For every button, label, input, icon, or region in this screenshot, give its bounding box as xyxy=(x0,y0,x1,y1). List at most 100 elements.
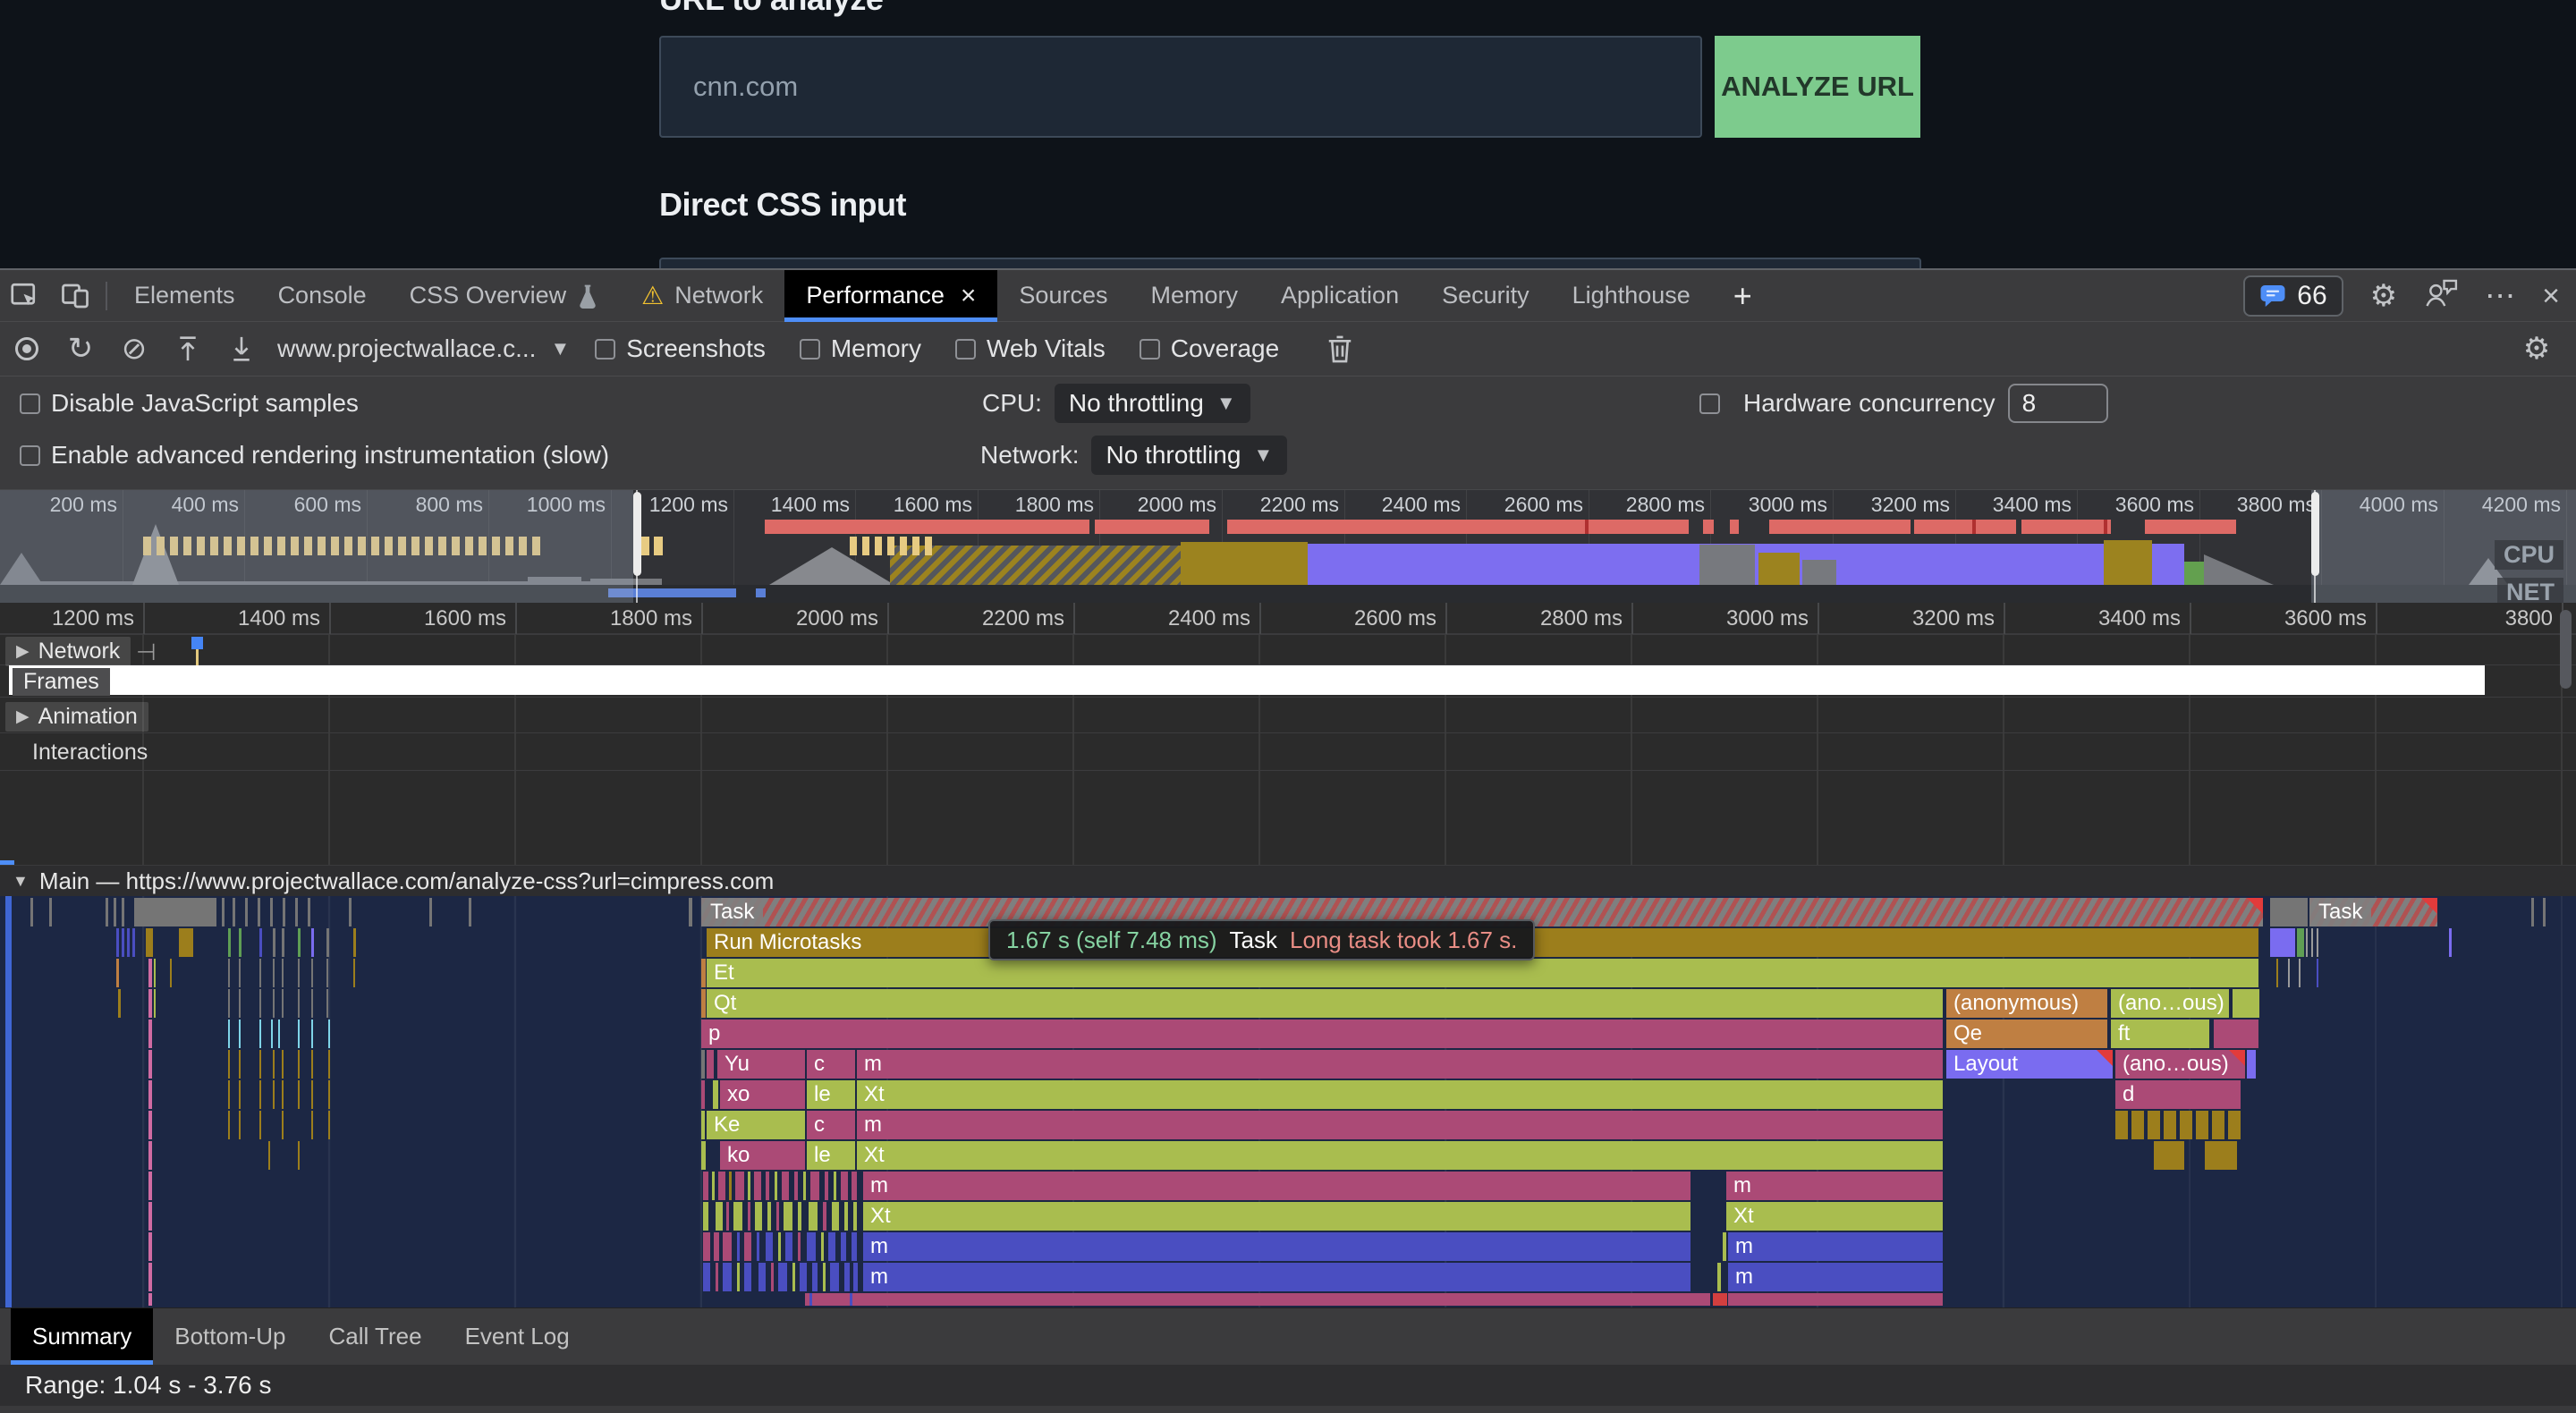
checkbox-box[interactable] xyxy=(955,339,976,360)
tab-lighthouse[interactable]: Lighthouse xyxy=(1551,270,1712,322)
main-thread-header[interactable]: ▼ Main — https://www.projectwallace.com/… xyxy=(0,865,2576,896)
checkbox-box[interactable] xyxy=(800,339,820,360)
flame-chart[interactable]: TaskTaskRun MicrotasksEtQt(anonymous)(an… xyxy=(0,896,2576,1307)
flame-sliver xyxy=(701,1080,705,1109)
tab-security[interactable]: Security xyxy=(1420,270,1551,322)
flame-bar-p[interactable]: p xyxy=(701,1020,1943,1048)
flame-bar-qe[interactable]: Qe xyxy=(1946,1020,2107,1048)
details-tab-summary[interactable]: Summary xyxy=(11,1308,153,1365)
save-profile-icon[interactable] xyxy=(215,324,268,374)
more-options-icon[interactable]: ⋯ xyxy=(2485,281,2515,311)
flame-bar-c[interactable]: c xyxy=(807,1050,855,1079)
clear-icon[interactable]: ⊘ xyxy=(107,324,161,374)
checkbox-memory[interactable]: Memory xyxy=(800,334,921,363)
new-tab-plus-icon[interactable]: + xyxy=(1712,270,1774,322)
flame-bar-xo[interactable]: xo xyxy=(720,1080,805,1109)
advanced-rendering-checkbox[interactable] xyxy=(20,445,40,466)
flame-bar-m[interactable]: m xyxy=(1726,1172,1943,1200)
vertical-scrollbar-thumb[interactable] xyxy=(2560,610,2572,689)
analyze-url-button[interactable]: ANALYZE URL xyxy=(1715,36,1920,138)
flame-bar-ko[interactable]: ko xyxy=(720,1141,805,1170)
flame-bar-m[interactable]: m xyxy=(857,1111,1943,1139)
settings-gear-icon[interactable]: ⚙ xyxy=(2370,281,2397,311)
tab-performance[interactable]: Performance× xyxy=(784,270,997,322)
css-input-field[interactable] xyxy=(659,258,1921,268)
flame-sliver xyxy=(729,1172,732,1200)
trash-icon[interactable] xyxy=(1313,324,1367,374)
tab-network[interactable]: ⚠Network xyxy=(620,270,784,322)
flame-bar-m[interactable]: m xyxy=(1728,1232,1943,1261)
details-tab-bottom-up[interactable]: Bottom-Up xyxy=(153,1308,307,1365)
hardware-concurrency-input[interactable] xyxy=(2008,384,2108,423)
flame-bar-m[interactable]: m xyxy=(857,1050,1943,1079)
hardware-concurrency-checkbox[interactable] xyxy=(1699,393,1720,414)
capture-settings-gear-icon[interactable]: ⚙ xyxy=(2510,324,2563,374)
overview-handle-left[interactable] xyxy=(633,492,641,576)
checkbox-box[interactable] xyxy=(1140,339,1160,360)
flame-bar-task[interactable]: Task xyxy=(2309,898,2437,926)
tab-console[interactable]: Console xyxy=(257,270,388,322)
flame-bar-qt[interactable]: Qt xyxy=(707,989,1943,1018)
cpu-throttle-select[interactable]: No throttling ▼ xyxy=(1055,384,1250,423)
checkbox-coverage[interactable]: Coverage xyxy=(1140,334,1279,363)
close-devtools-icon[interactable]: × xyxy=(2542,281,2560,311)
disable-js-samples-checkbox[interactable] xyxy=(20,393,40,414)
flame-bar-anoous[interactable]: (ano…ous) xyxy=(2115,1050,2245,1079)
flame-bar-c[interactable]: c xyxy=(807,1111,855,1139)
network-throttle-select[interactable]: No throttling ▼ xyxy=(1091,436,1287,475)
flame-bar-ke[interactable]: Ke xyxy=(707,1111,805,1139)
device-toolbar-icon[interactable] xyxy=(50,271,100,321)
ruler-tick-label: 3400 ms xyxy=(2002,606,2181,631)
tab-close-icon[interactable]: × xyxy=(961,281,977,311)
track-network[interactable]: ▶ Network xyxy=(5,637,131,666)
flame-sliver xyxy=(282,1080,284,1109)
flame-bar-m[interactable]: m xyxy=(863,1172,1690,1200)
flame-bar-yu[interactable]: Yu xyxy=(717,1050,805,1079)
track-resize-handle[interactable]: ⊣ xyxy=(136,639,157,666)
tab-memory[interactable]: Memory xyxy=(1129,270,1259,322)
devtools-tabs: ElementsConsoleCSS Overview⚠NetworkPerfo… xyxy=(113,270,1774,322)
tab-sources[interactable]: Sources xyxy=(997,270,1129,322)
flame-bar-anonymous[interactable]: (anonymous) xyxy=(1946,989,2107,1018)
flame-sliver xyxy=(803,1172,806,1200)
overview-handle-right[interactable] xyxy=(2311,492,2319,576)
flame-bar-m[interactable]: m xyxy=(1728,1263,1943,1291)
reload-and-record-icon[interactable]: ↻ xyxy=(54,324,107,374)
flame-bar-xt[interactable]: Xt xyxy=(863,1202,1690,1231)
record-icon[interactable] xyxy=(0,324,54,374)
inspect-element-icon[interactable] xyxy=(0,271,50,321)
flame-bar-le[interactable]: le xyxy=(807,1080,855,1109)
flame-bar-et[interactable]: Et xyxy=(707,959,2258,987)
network-activity-bar xyxy=(887,537,894,555)
issues-badge[interactable]: 66 xyxy=(2243,275,2343,317)
flame-sliver xyxy=(754,1172,761,1200)
history-select[interactable]: www.projectwallace.c... ▼ xyxy=(277,334,570,363)
flame-bar-xt[interactable]: Xt xyxy=(857,1080,1943,1109)
checkbox-web-vitals[interactable]: Web Vitals xyxy=(955,334,1106,363)
checkbox-box[interactable] xyxy=(595,339,615,360)
flame-bar-anoous[interactable]: (ano…ous) xyxy=(2111,989,2229,1018)
checkbox-screenshots[interactable]: Screenshots xyxy=(595,334,766,363)
details-tab-event-log[interactable]: Event Log xyxy=(444,1308,591,1365)
tab-css-overview[interactable]: CSS Overview xyxy=(388,270,621,322)
feedback-icon[interactable] xyxy=(2424,278,2458,314)
frames-strip[interactable]: Frames xyxy=(9,665,2485,695)
flame-bar-xt[interactable]: Xt xyxy=(857,1141,1943,1170)
url-analyze-input[interactable] xyxy=(659,36,1702,138)
flame-bar-m[interactable]: m xyxy=(863,1232,1690,1261)
flame-bar-d[interactable]: d xyxy=(2115,1080,2241,1109)
flame-bar-m[interactable]: m xyxy=(863,1263,1690,1291)
flame-bar-le[interactable]: le xyxy=(807,1141,855,1170)
flame-bar-ft[interactable]: ft xyxy=(2111,1020,2209,1048)
load-profile-icon[interactable] xyxy=(161,324,215,374)
details-tab-call-tree[interactable]: Call Tree xyxy=(308,1308,444,1365)
tab-application[interactable]: Application xyxy=(1259,270,1420,322)
network-request-item[interactable] xyxy=(191,637,203,649)
timeline-overview[interactable]: 200 ms400 ms600 ms800 ms1000 ms1200 ms14… xyxy=(0,490,2576,603)
tab-elements[interactable]: Elements xyxy=(113,270,257,322)
flame-bar-xt[interactable]: Xt xyxy=(1726,1202,1943,1231)
track-animation[interactable]: ▶ Animation xyxy=(5,702,148,732)
track-frames[interactable]: Frames xyxy=(13,668,110,696)
flame-sliver xyxy=(723,1263,732,1291)
flame-bar-layout[interactable]: Layout xyxy=(1946,1050,2113,1079)
